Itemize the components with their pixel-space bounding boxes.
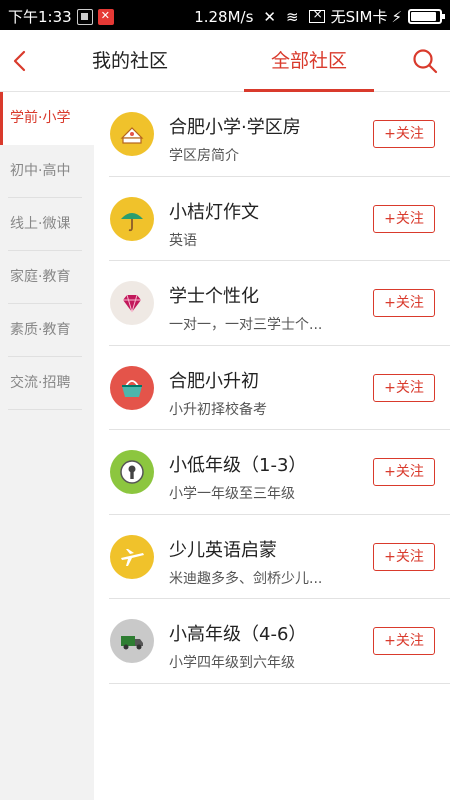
- tab-my-communities[interactable]: 我的社区: [50, 30, 210, 92]
- community-title: 合肥小升初: [169, 370, 259, 392]
- sidebar-item-preschool-primary[interactable]: 学前·小学: [0, 92, 94, 145]
- network-speed: 1.28M/s: [194, 7, 254, 26]
- follow-button[interactable]: +关注: [373, 627, 435, 655]
- battery-fill: [411, 12, 436, 21]
- vibrate-off-icon: ✕: [263, 7, 276, 26]
- diamond-icon: [123, 294, 141, 313]
- tab-all-label: 全部社区: [270, 50, 347, 72]
- community-avatar: [110, 281, 154, 325]
- basket-icon: [122, 379, 142, 397]
- airplane-icon: [121, 548, 144, 566]
- list-item[interactable]: 少儿英语启蒙 米迪趣多多、剑桥少儿... +关注: [94, 515, 450, 600]
- list-item[interactable]: 合肥小升初 小升初择校备考 +关注: [94, 346, 450, 431]
- sidebar-item-family-education[interactable]: 家庭·教育: [0, 251, 94, 304]
- follow-button[interactable]: +关注: [373, 289, 435, 317]
- community-subtitle: 学区房简介: [169, 148, 239, 164]
- charging-icon: ⚡: [391, 7, 402, 26]
- house-icon: [120, 127, 144, 144]
- community-avatar: [110, 112, 154, 156]
- follow-button[interactable]: +关注: [373, 542, 435, 571]
- community-title: 小低年级（1-3）: [169, 455, 307, 476]
- follow-button[interactable]: +关注: [373, 204, 435, 233]
- community-avatar: [110, 619, 154, 663]
- list-item[interactable]: 合肥小学·学区房 学区房简介 +关注: [94, 92, 450, 177]
- community-avatar: [110, 196, 154, 241]
- community-subtitle: 一对一，一对三学士个...: [169, 317, 323, 333]
- status-bar: 下午1:33 1.28M/s ✕ ≋ 无SIM卡 ⚡: [0, 0, 450, 30]
- community-subtitle: 米迪趣多多、剑桥少儿...: [169, 570, 323, 587]
- community-title: 小高年级（4-6）: [169, 624, 307, 645]
- wifi-icon: ≋: [285, 7, 299, 26]
- list-item[interactable]: 小高年级（4-6） 小学四年级到六年级 +关注: [94, 599, 450, 684]
- sim-icon: [308, 7, 325, 23]
- community-subtitle: 英语: [169, 232, 197, 249]
- community-list: 合肥小学·学区房 学区房简介 +关注 小桔灯作文 英语 +关注 学士个性化 一对…: [94, 92, 450, 684]
- sidebar-item-exchange-recruit[interactable]: 交流·招聘: [0, 357, 94, 410]
- category-sidebar: 学前·小学 初中·高中 线上·微课 家庭·教育 素质·教育 交流·招聘: [0, 92, 94, 800]
- list-item[interactable]: 小桔灯作文 英语 +关注: [94, 177, 450, 262]
- community-subtitle: 小学四年级到六年级: [169, 655, 295, 671]
- follow-button[interactable]: +关注: [373, 120, 435, 148]
- community-subtitle: 小升初择校备考: [169, 401, 267, 418]
- community-avatar: [110, 450, 154, 494]
- back-button[interactable]: [6, 44, 36, 78]
- tab-all-communities[interactable]: 全部社区: [244, 30, 374, 92]
- follow-button[interactable]: +关注: [373, 458, 435, 486]
- status-time: 下午1:33: [8, 8, 72, 26]
- sidebar-item-quality-education[interactable]: 素质·教育: [0, 304, 94, 357]
- search-icon: [413, 49, 438, 74]
- gallery-icon: [76, 8, 93, 25]
- community-title: 少儿英语启蒙: [169, 539, 277, 561]
- battery-icon: [408, 9, 445, 24]
- umbrella-icon: [121, 212, 143, 231]
- community-avatar: [110, 365, 154, 410]
- header: 我的社区 全部社区: [0, 30, 450, 92]
- list-item[interactable]: 学士个性化 一对一，一对三学士个... +关注: [94, 261, 450, 346]
- chevron-left-icon: [13, 50, 26, 72]
- keyhole-icon: [120, 460, 144, 484]
- list-item[interactable]: 小低年级（1-3） 小学一年级至三年级 +关注: [94, 430, 450, 515]
- community-subtitle: 小学一年级至三年级: [169, 486, 295, 502]
- follow-button[interactable]: +关注: [373, 373, 435, 402]
- search-button[interactable]: [410, 46, 440, 76]
- community-title: 小桔灯作文: [169, 201, 259, 223]
- app-notification-icon: [97, 8, 114, 25]
- carrier-label: 无SIM卡: [330, 8, 388, 26]
- community-title: 学士个性化: [169, 286, 259, 307]
- truck-icon: [121, 636, 143, 650]
- sidebar-item-middle-high[interactable]: 初中·高中: [0, 145, 94, 198]
- community-title: 合肥小学·学区房: [169, 117, 301, 138]
- community-avatar: [110, 534, 154, 579]
- sidebar-item-online-courses[interactable]: 线上·微课: [0, 198, 94, 251]
